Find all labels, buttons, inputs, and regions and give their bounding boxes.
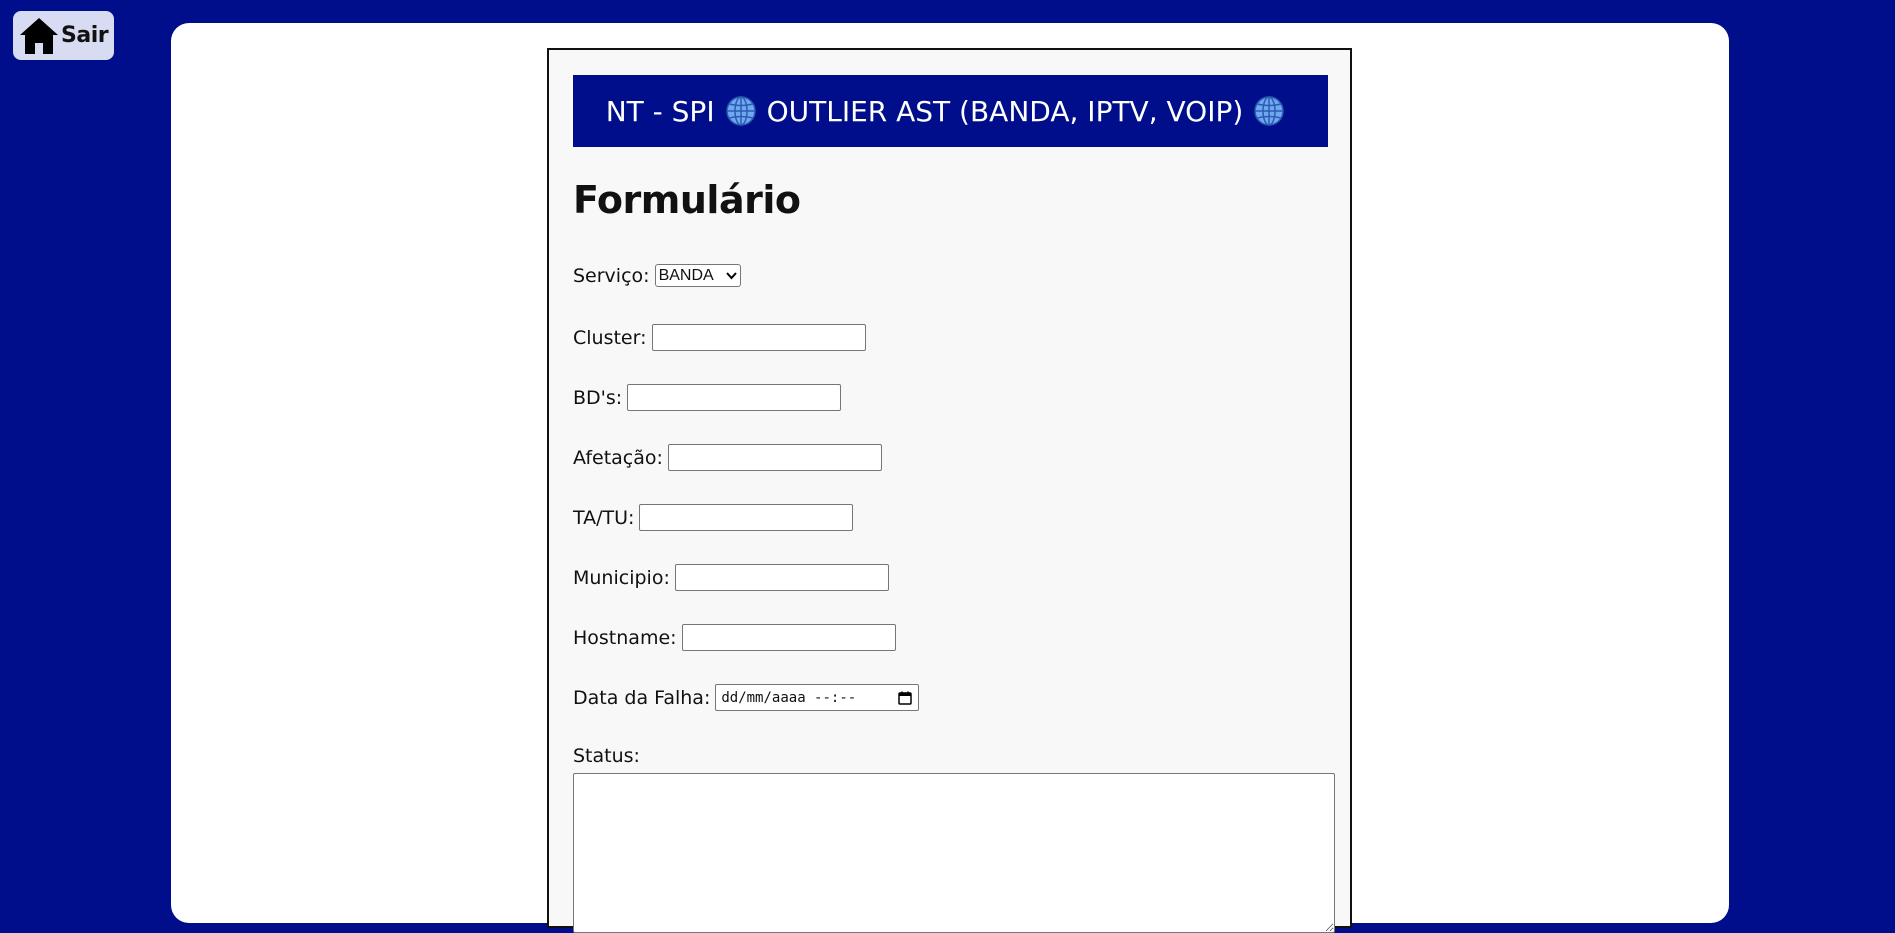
cluster-input[interactable] xyxy=(651,324,866,351)
bds-input[interactable] xyxy=(627,384,842,411)
tatu-input[interactable] xyxy=(639,504,854,531)
globe-icon xyxy=(1253,95,1285,127)
home-icon xyxy=(18,15,60,57)
servico-row: Serviço: BANDA xyxy=(573,264,741,287)
cluster-label: Cluster: xyxy=(573,326,647,349)
hostname-label: Hostname: xyxy=(573,626,677,649)
chevron-down-icon xyxy=(725,269,737,283)
servico-select[interactable]: BANDA xyxy=(654,264,741,287)
exit-label: Sair xyxy=(61,23,109,48)
servico-label: Serviço: xyxy=(573,264,650,287)
hostname-input[interactable] xyxy=(681,624,896,651)
status-textarea[interactable] xyxy=(573,773,1335,933)
exit-button[interactable]: Sair xyxy=(13,11,114,60)
globe-icon xyxy=(725,95,757,127)
hostname-row: Hostname: xyxy=(573,624,896,651)
form-card: NT - SPI OUTLIER AST (BANDA, IPTV, VOIP) xyxy=(547,48,1352,933)
tatu-row: TA/TU: xyxy=(573,504,854,531)
form-title: Formulário xyxy=(573,178,801,222)
bds-row: BD's: xyxy=(573,384,842,411)
data-falha-label: Data da Falha: xyxy=(573,686,711,709)
afetacao-row: Afetação: xyxy=(573,444,882,471)
data-falha-input[interactable]: dd/mm/aaaa --:-- xyxy=(715,684,920,711)
cluster-row: Cluster: xyxy=(573,324,866,351)
afetacao-input[interactable] xyxy=(667,444,882,471)
municipio-label: Municipio: xyxy=(573,566,670,589)
municipio-input[interactable] xyxy=(674,564,889,591)
banner-left-text: NT - SPI xyxy=(605,94,715,128)
status-label: Status: xyxy=(573,745,640,767)
banner-right-text: OUTLIER AST (BANDA, IPTV, VOIP) xyxy=(766,94,1244,128)
data-falha-placeholder: dd/mm/aaaa --:-- xyxy=(721,689,857,706)
tatu-label: TA/TU: xyxy=(573,506,635,529)
calendar-icon[interactable] xyxy=(897,690,913,706)
header-banner: NT - SPI OUTLIER AST (BANDA, IPTV, VOIP) xyxy=(573,75,1328,147)
afetacao-label: Afetação: xyxy=(573,446,663,469)
data-falha-row: Data da Falha: dd/mm/aaaa --:-- xyxy=(573,684,920,711)
bds-label: BD's: xyxy=(573,386,623,409)
municipio-row: Municipio: xyxy=(573,564,889,591)
servico-selected-value: BANDA xyxy=(658,266,714,284)
